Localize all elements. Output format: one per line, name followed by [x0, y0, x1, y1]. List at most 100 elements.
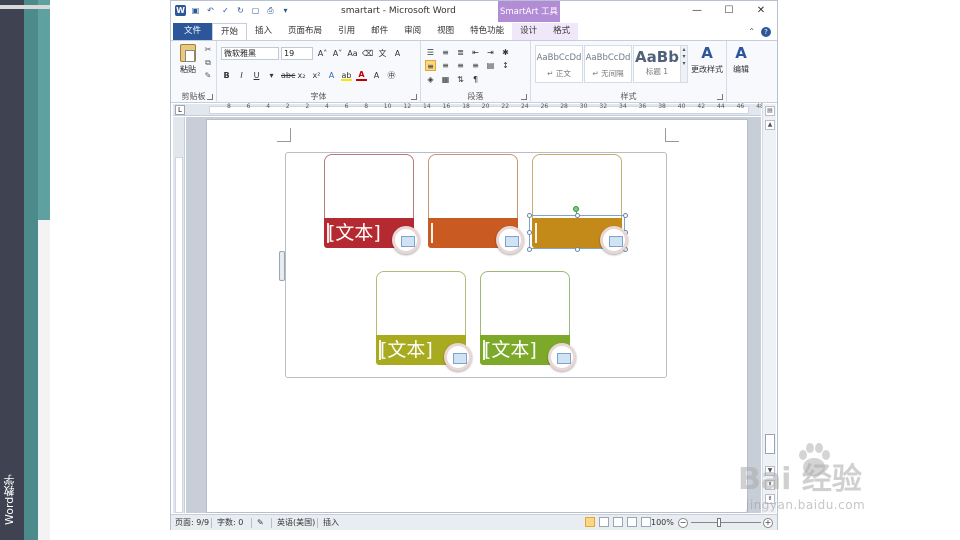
vertical-scrollbar[interactable]: ▤ ▲ ▼ ⇞ ⇟: [762, 104, 776, 513]
insert-mode[interactable]: 插入: [323, 517, 339, 529]
styles-launcher-icon[interactable]: [717, 94, 723, 100]
phonetic-guide-icon[interactable]: 文: [377, 48, 388, 59]
justify-icon[interactable]: ≡: [470, 60, 481, 71]
font-name-select[interactable]: 微软雅黑: [221, 47, 279, 60]
bullets-icon[interactable]: ☰: [425, 47, 436, 58]
editing-button[interactable]: A 编辑: [729, 44, 753, 75]
line-spacing-icon[interactable]: ↕: [500, 60, 511, 71]
styles-gallery-scroll[interactable]: ▴ ▾ ▾: [680, 45, 688, 83]
insert-picture-icon[interactable]: [548, 343, 576, 371]
underline-dropdown-icon[interactable]: ▾: [266, 70, 277, 81]
zoom-slider[interactable]: [691, 522, 761, 523]
undo-icon[interactable]: ↶: [205, 5, 216, 16]
chinese-layout-icon[interactable]: ✱: [500, 47, 511, 58]
highlight-icon[interactable]: ab: [341, 70, 352, 81]
smartart-frame[interactable]: [文本] [文本] [文本]: [279, 152, 667, 378]
tab-format[interactable]: 格式: [545, 23, 579, 40]
resize-handle[interactable]: [575, 247, 580, 252]
draft-view-icon[interactable]: [641, 517, 651, 527]
superscript-icon[interactable]: x²: [311, 70, 322, 81]
font-size-select[interactable]: 19: [281, 47, 313, 60]
tab-view[interactable]: 视图: [429, 23, 462, 40]
subscript-icon[interactable]: x₂: [296, 70, 307, 81]
format-painter-icon[interactable]: ✓: [220, 5, 231, 16]
page-counter[interactable]: 页面: 9/9: [175, 517, 209, 529]
scroll-thumb[interactable]: [765, 434, 775, 454]
paste-button[interactable]: 粘贴: [175, 44, 201, 84]
zoom-out-icon[interactable]: −: [678, 518, 688, 528]
maximize-button[interactable]: ☐: [713, 1, 745, 21]
scroll-up-icon[interactable]: ▲: [765, 120, 775, 130]
tab-selector-icon[interactable]: L: [175, 105, 185, 115]
rotation-handle[interactable]: [573, 206, 579, 212]
resize-handle[interactable]: [527, 213, 532, 218]
decrease-indent-icon[interactable]: ⇤: [470, 47, 481, 58]
style-heading-1[interactable]: AaBb 标题 1: [633, 45, 681, 83]
tab-page-layout[interactable]: 页面布局: [280, 23, 330, 40]
align-left-icon[interactable]: ≡: [425, 60, 436, 71]
insert-picture-icon[interactable]: [444, 343, 472, 371]
full-screen-view-icon[interactable]: [599, 517, 609, 527]
next-page-icon[interactable]: ⇟: [765, 494, 775, 504]
distributed-icon[interactable]: ▤: [485, 60, 496, 71]
underline-icon[interactable]: U: [251, 70, 262, 81]
font-color-icon[interactable]: A: [356, 70, 367, 81]
smartart-text[interactable]: [文本]: [380, 339, 433, 361]
multilevel-list-icon[interactable]: ≣: [455, 47, 466, 58]
minimize-ribbon-icon[interactable]: ⌃: [748, 27, 755, 37]
close-button[interactable]: ✕: [745, 1, 777, 21]
prev-page-icon[interactable]: ⇞: [765, 480, 775, 490]
tab-references[interactable]: 引用: [330, 23, 363, 40]
smartart-text[interactable]: [文本]: [484, 339, 537, 361]
zoom-level[interactable]: 100%: [651, 517, 674, 529]
tab-home[interactable]: 开始: [212, 23, 248, 40]
bold-icon[interactable]: B: [221, 70, 232, 81]
text-effects-icon[interactable]: A: [326, 70, 337, 81]
font-launcher-icon[interactable]: [411, 94, 417, 100]
change-case-icon[interactable]: Aa: [347, 48, 358, 59]
web-layout-view-icon[interactable]: [613, 517, 623, 527]
strikethrough-icon[interactable]: abc: [281, 70, 295, 81]
smartart-shape[interactable]: [文本]: [376, 271, 476, 371]
smartart-text-pane-handle[interactable]: [279, 251, 285, 281]
align-center-icon[interactable]: ≡: [440, 60, 451, 71]
resize-handle[interactable]: [623, 213, 628, 218]
smartart-shape[interactable]: [文本]: [480, 271, 580, 371]
outline-view-icon[interactable]: [627, 517, 637, 527]
language-indicator[interactable]: 英语(美国): [277, 517, 315, 529]
redo-icon[interactable]: ↻: [235, 5, 246, 16]
zoom-slider-thumb[interactable]: [717, 518, 721, 527]
align-right-icon[interactable]: ≡: [455, 60, 466, 71]
tab-insert[interactable]: 插入: [247, 23, 280, 40]
scroll-down-icon[interactable]: ▼: [765, 466, 775, 476]
tab-design[interactable]: 设计: [512, 23, 546, 40]
resize-handle[interactable]: [527, 230, 532, 235]
save-icon[interactable]: ▣: [190, 5, 201, 16]
change-styles-button[interactable]: A 更改样式: [689, 44, 725, 75]
insert-picture-icon[interactable]: [496, 226, 524, 254]
format-painter-brush-icon[interactable]: ✎: [203, 71, 213, 81]
customize-qat-icon[interactable]: ▾: [280, 5, 291, 16]
style-normal[interactable]: AaBbCcDd ↵ 正文: [535, 45, 583, 83]
word-count[interactable]: 字数: 0: [217, 517, 243, 529]
style-no-spacing[interactable]: AaBbCcDd ↵ 无间隔: [584, 45, 632, 83]
print-preview-icon[interactable]: ⎙: [265, 5, 276, 16]
clipboard-launcher-icon[interactable]: [207, 94, 213, 100]
smartart-text[interactable]: [文本]: [328, 222, 381, 244]
increase-indent-icon[interactable]: ⇥: [485, 47, 496, 58]
borders-icon[interactable]: ▦: [440, 74, 451, 85]
tab-file[interactable]: 文件: [173, 23, 213, 40]
copy-icon[interactable]: ⧉: [203, 58, 213, 68]
grow-font-icon[interactable]: A˄: [317, 48, 328, 59]
horizontal-ruler[interactable]: L 8 6 4 2 2 4 6 8 10 12 14 16 18 20 22 24 26 28 30 32 34 36 38…: [173, 103, 764, 116]
zoom-in-icon[interactable]: +: [763, 518, 773, 528]
proofing-icon[interactable]: ✎: [257, 517, 264, 529]
tab-special-features[interactable]: 特色功能: [462, 23, 512, 40]
smartart-shape[interactable]: [428, 154, 528, 254]
char-border-icon[interactable]: A: [392, 48, 403, 59]
print-layout-view-icon[interactable]: [585, 517, 595, 527]
help-icon[interactable]: ?: [761, 27, 771, 37]
document-page[interactable]: [文本] [文本] [文本]: [206, 119, 748, 513]
word-logo-icon[interactable]: W: [175, 5, 186, 16]
resize-handle[interactable]: [527, 247, 532, 252]
